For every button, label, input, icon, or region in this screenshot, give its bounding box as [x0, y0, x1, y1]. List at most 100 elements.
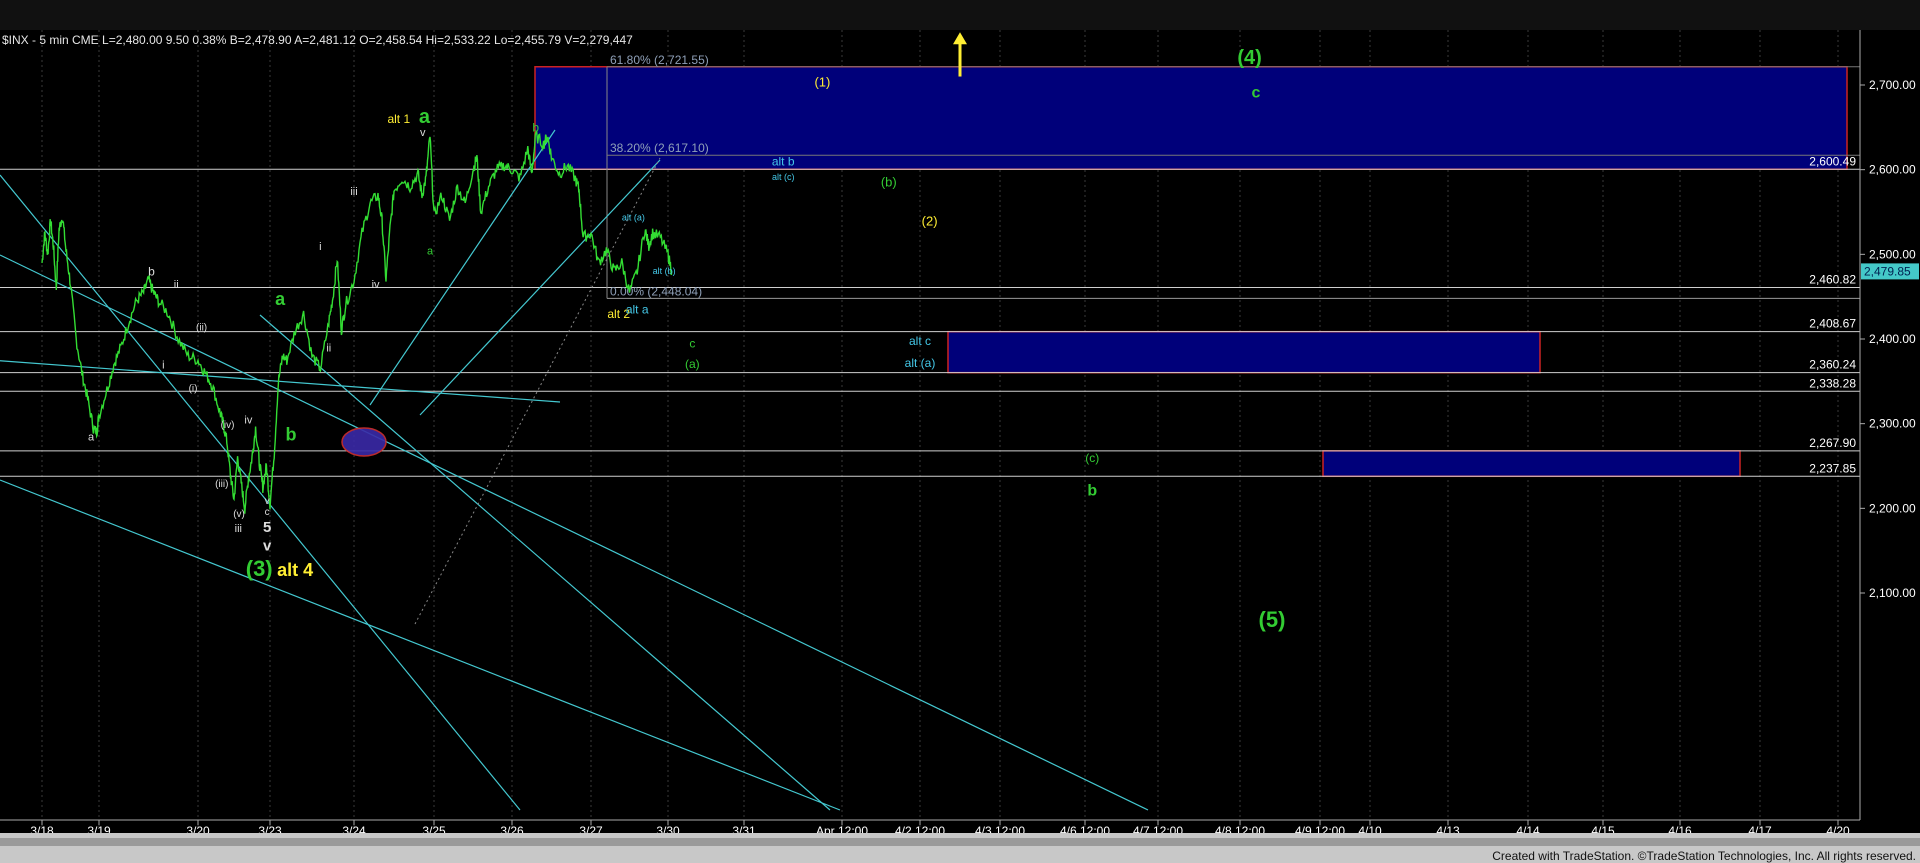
x-tick-label: 4/3 12:00 [975, 824, 1025, 833]
white-wave-label: (ii) [196, 323, 207, 334]
yellow-wave-label: (1) [814, 75, 830, 90]
white-wave-label: a [88, 432, 95, 444]
trend-channel-line [0, 479, 841, 811]
green-wave-label: a [275, 289, 286, 309]
footer-credit: Created with TradeStation. ©TradeStation… [1492, 849, 1916, 863]
level-label: 2,338.28 [1809, 376, 1856, 390]
green-wave-label: (c) [1085, 451, 1099, 465]
blue-wave-label: alt (a) [905, 356, 936, 370]
x-tick-label: Apr 12:00 [816, 824, 868, 833]
x-tick-label: 4/17 [1748, 824, 1772, 833]
yellow-wave-label: (2) [922, 214, 938, 229]
green-wave-label: (5) [1259, 607, 1286, 632]
x-tick-label: 3/19 [87, 824, 111, 833]
white-wave-label: 5 [263, 519, 271, 536]
y-tick-label: 2,600.00 [1869, 163, 1916, 177]
fib-label: 38.20% (2,617.10) [610, 141, 709, 155]
blue-wave-label: alt (b) [653, 266, 676, 276]
white-wave-label: i [319, 241, 321, 253]
up-arrow-head-icon [953, 32, 967, 45]
horizontal-scrollbar[interactable] [0, 838, 1920, 846]
x-tick-label: 4/13 [1436, 824, 1460, 833]
blue-wave-label: alt (c) [772, 172, 795, 182]
y-tick-label: 2,200.00 [1869, 501, 1916, 515]
green-wave-label: c [689, 336, 695, 350]
green-wave-label: (4) [1237, 47, 1261, 69]
x-tick-label: 3/30 [656, 824, 680, 833]
green-wave-label: a [419, 106, 431, 128]
white-wave-label: b [148, 265, 155, 279]
trend-channel-line [369, 129, 556, 406]
x-tick-label: 4/20 [1826, 824, 1850, 833]
yellow-wave-label: alt 4 [277, 560, 313, 580]
fib-label: 61.80% (2,721.55) [610, 53, 709, 67]
y-tick-label: 2,500.00 [1869, 247, 1916, 261]
y-tick-label: 2,100.00 [1869, 586, 1916, 600]
x-tick-label: 4/15 [1591, 824, 1615, 833]
white-wave-label: v [420, 127, 426, 139]
white-wave-label: v [265, 496, 270, 507]
price-chart[interactable]: 2,600.49 2,460.82 2,408.67 2,360.24 2,338.28… [0, 30, 1920, 833]
white-wave-label: iv [244, 415, 252, 427]
blue-wave-label: alt a [626, 303, 649, 317]
y-tick-label: 2,400.00 [1869, 332, 1916, 346]
green-wave-label: b [286, 425, 297, 445]
white-wave-label: iv [372, 279, 380, 291]
x-tick-label: 4/14 [1516, 824, 1540, 833]
x-tick-label: 4/9 12:00 [1295, 824, 1345, 833]
green-wave-label: c [1252, 85, 1261, 102]
target-zone [1322, 450, 1741, 478]
trend-channel-line [0, 174, 521, 811]
white-wave-label: (i) [189, 383, 198, 394]
white-wave-label: iii [235, 523, 242, 535]
top-bar [0, 0, 1920, 30]
white-wave-label: i [162, 360, 164, 372]
white-wave-label: ii [326, 343, 331, 355]
x-tick-label: 4/2 12:00 [895, 824, 945, 833]
white-wave-label: ii [174, 279, 179, 291]
blue-wave-label: alt (a) [622, 212, 645, 222]
level-label: 2,408.67 [1809, 317, 1856, 331]
symbol-info-line: $INX - 5 min CME L=2,480.00 9.50 0.38% B… [2, 33, 633, 47]
level-label: 2,600.49 [1809, 154, 1856, 168]
green-wave-label: (a) [685, 357, 700, 371]
chart-plot-area[interactable]: 2,600.49 2,460.82 2,408.67 2,360.24 2,338.28… [0, 30, 1920, 833]
x-tick-label: 3/25 [422, 824, 446, 833]
y-tick-label: 2,700.00 [1869, 78, 1916, 92]
x-tick-label: 3/26 [500, 824, 524, 833]
x-tick-label: 3/20 [186, 824, 210, 833]
white-wave-label: iii [350, 186, 357, 198]
x-tick-label: 4/7 12:00 [1133, 824, 1183, 833]
level-label: 2,460.82 [1809, 273, 1856, 287]
white-wave-label: v [263, 538, 272, 555]
x-tick-label: 3/18 [30, 824, 54, 833]
x-tick-label: 4/8 12:00 [1215, 824, 1265, 833]
green-wave-label: (b) [881, 175, 897, 190]
x-tick-label: 3/27 [579, 824, 603, 833]
green-wave-label: b [1087, 483, 1097, 500]
blue-wave-label: alt c [909, 334, 931, 348]
white-wave-label: (iv) [221, 420, 235, 431]
x-tick-label: 4/6 12:00 [1060, 824, 1110, 833]
x-tick-label: 4/10 [1358, 824, 1382, 833]
target-zone [534, 66, 1848, 171]
x-tick-label: 3/31 [732, 824, 756, 833]
yellow-wave-label: alt 1 [387, 112, 410, 126]
green-wave-label: b [532, 121, 539, 135]
white-wave-label: (iii) [215, 479, 228, 490]
target-zone [947, 330, 1541, 374]
trend-channel-line [259, 314, 831, 811]
level-label: 2,267.90 [1809, 436, 1856, 450]
last-price-label: 2,479.85 [1864, 264, 1911, 278]
level-label: 2,360.24 [1809, 358, 1856, 372]
fib-label: 0.00% (2,448.04) [610, 284, 702, 298]
level-label: 2,237.85 [1809, 461, 1856, 475]
highlight-ellipse [341, 427, 387, 457]
white-wave-label: c [265, 507, 270, 518]
white-wave-label: (v) [233, 509, 245, 520]
y-tick-label: 2,300.00 [1869, 417, 1916, 431]
x-tick-label: 3/23 [258, 824, 282, 833]
blue-wave-label: alt b [772, 154, 795, 168]
x-tick-label: 3/24 [342, 824, 366, 833]
green-wave-label: a [427, 245, 434, 257]
